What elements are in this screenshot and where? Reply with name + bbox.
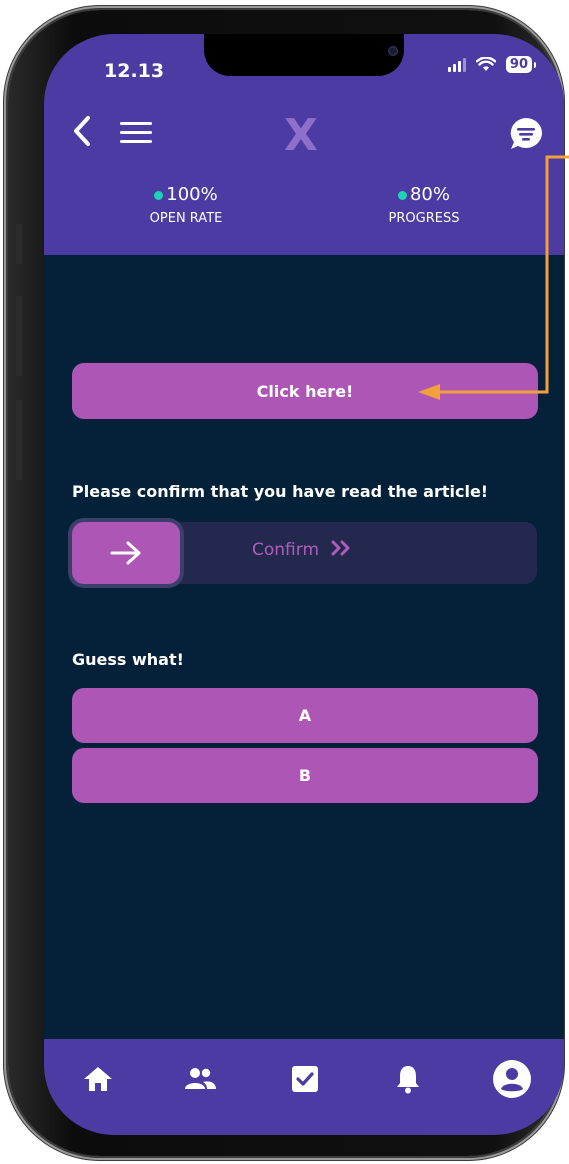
people-icon[interactable] xyxy=(182,1061,218,1097)
hamburger-icon[interactable] xyxy=(120,122,152,144)
battery-indicator: 90 xyxy=(505,56,537,73)
callout-arrow xyxy=(418,155,569,400)
checkbox-icon[interactable] xyxy=(287,1061,323,1097)
option-b-button[interactable]: B xyxy=(72,748,538,803)
bottom-tab-bar xyxy=(44,1039,564,1135)
home-icon[interactable] xyxy=(80,1061,116,1097)
double-chevron-right-icon xyxy=(331,540,350,556)
status-time: 12.13 xyxy=(104,60,165,82)
side-button xyxy=(16,224,22,264)
option-a-button[interactable]: A xyxy=(72,688,538,743)
open-rate-label: OPEN RATE xyxy=(149,211,223,226)
signal-icon xyxy=(447,57,466,72)
slider-label: Confirm xyxy=(252,540,320,560)
slider-label-group: Confirm xyxy=(252,540,354,560)
status-dot xyxy=(154,190,164,200)
chat-bubble-icon[interactable] xyxy=(508,116,544,152)
wifi-icon xyxy=(475,57,496,71)
profile-icon[interactable] xyxy=(492,1059,532,1099)
guess-title: Guess what! xyxy=(72,650,184,669)
volume-down-button xyxy=(16,400,22,480)
notch xyxy=(204,34,404,76)
status-icons: 90 xyxy=(447,56,537,73)
confirm-prompt: Please confirm that you have read the ar… xyxy=(72,482,489,501)
arrow-right-icon xyxy=(110,541,141,565)
confirm-slider[interactable]: Confirm xyxy=(72,522,537,584)
volume-up-button xyxy=(16,296,22,376)
chevron-left-icon[interactable] xyxy=(68,114,98,148)
bell-icon[interactable] xyxy=(390,1061,426,1097)
app-logo: X xyxy=(284,110,318,161)
stat-open-rate: 100% OPEN RATE xyxy=(106,184,266,226)
slider-handle[interactable] xyxy=(72,522,180,584)
camera xyxy=(388,46,398,56)
open-rate-value: 100% xyxy=(166,184,218,205)
